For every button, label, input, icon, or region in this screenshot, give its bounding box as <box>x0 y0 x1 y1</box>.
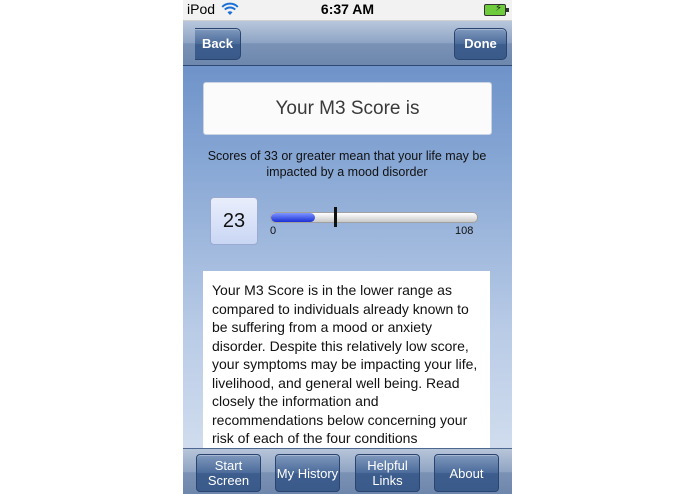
threshold-marker <box>334 207 337 227</box>
start-screen-button[interactable]: Start Screen <box>196 454 261 492</box>
score-value-box: 23 <box>210 197 258 245</box>
charging-icon: ⚡ <box>494 3 502 14</box>
phone-screen: iPod 6:37 AM ⚡ Back Done Your M3 Score i… <box>183 0 512 494</box>
back-button-label: Back <box>201 36 234 51</box>
helpful-links-button[interactable]: Helpful Links <box>355 454 420 492</box>
score-description-text: Your M3 Score is in the lower range as c… <box>212 282 478 446</box>
my-history-button[interactable]: My History <box>275 454 340 492</box>
done-button[interactable]: Done <box>454 28 507 60</box>
back-button[interactable]: Back <box>195 28 241 60</box>
about-button[interactable]: About <box>434 454 499 492</box>
score-title: Your M3 Score is <box>203 82 492 135</box>
scale-max-label: 108 <box>455 225 474 237</box>
scale-min-label: 0 <box>270 225 277 237</box>
score-description-panel[interactable]: Your M3 Score is in the lower range as c… <box>203 271 490 448</box>
score-scale-bar <box>270 207 478 227</box>
bottom-toolbar: Start Screen My History Helpful Links Ab… <box>183 448 512 494</box>
clock: 6:37 AM <box>320 1 375 17</box>
threshold-note: Scores of 33 or greater mean that your l… <box>207 149 487 179</box>
score-fill <box>271 213 315 222</box>
status-bar: iPod 6:37 AM ⚡ <box>183 0 512 21</box>
navigation-bar: Back Done <box>183 21 512 66</box>
